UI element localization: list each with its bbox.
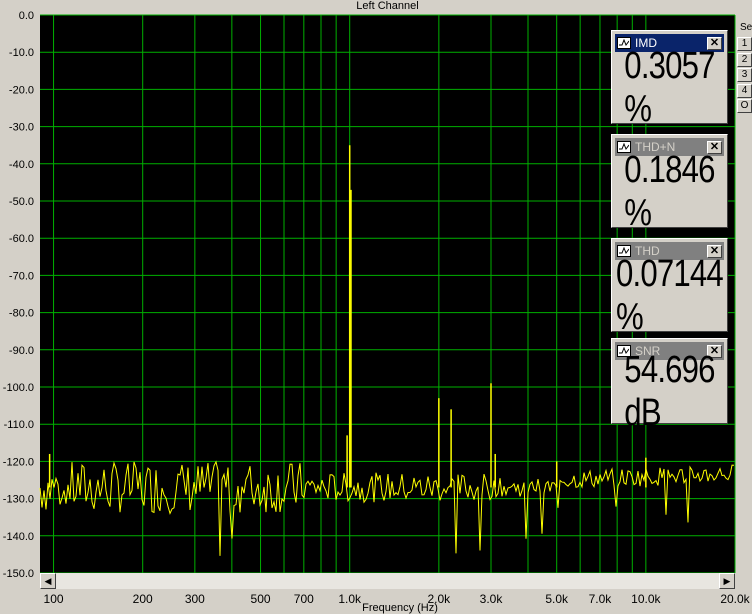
y-tick-label: -30.0	[9, 122, 34, 134]
y-tick-label: -100.0	[3, 382, 34, 394]
scroll-right-button[interactable]: ▶	[719, 573, 735, 589]
x-tick-label: 20.0k	[720, 592, 750, 606]
y-tick-label: -140.0	[3, 531, 34, 543]
side-label: Se	[740, 22, 752, 33]
x-tick-label: 5.0k	[545, 592, 569, 606]
meter-value: 0.07144 %	[616, 253, 724, 338]
y-tick-label: -130.0	[3, 494, 34, 506]
x-axis-title: Frequency (Hz)	[362, 602, 438, 614]
side-button[interactable]: 4	[737, 83, 752, 98]
y-tick-label: -80.0	[9, 308, 34, 320]
side-button[interactable]: 3	[737, 68, 752, 82]
y-tick-label: -50.0	[9, 196, 34, 208]
meter-panel-thdn[interactable]: THD+N ✕ 0.1846 %	[611, 134, 728, 234]
y-axis-ticks: 0.0 -10.0 -20.0 -30.0 -40.0 -50.0 -60.0 -70.0 -8…	[3, 10, 34, 580]
meter-value: 0.1846 %	[624, 149, 715, 234]
y-tick-label: -70.0	[9, 270, 34, 282]
horizontal-scrollbar[interactable]: ◀ ▶	[40, 573, 735, 589]
x-tick-label: 300	[185, 592, 205, 606]
meter-value: 54.696 dB	[624, 349, 715, 434]
x-tick-label: 100	[44, 592, 64, 606]
x-tick-label: 10.0k	[631, 592, 661, 606]
side-button[interactable]: O	[737, 99, 752, 113]
x-tick-label: 7.0k	[589, 592, 613, 606]
scroll-left-button[interactable]: ◀	[40, 573, 56, 589]
side-button[interactable]: 2	[737, 52, 752, 67]
side-button[interactable]: 1	[737, 37, 752, 51]
y-tick-label: -10.0	[9, 47, 34, 59]
meter-panel-imd[interactable]: IMD ✕ 0.3057 %	[611, 30, 728, 130]
x-tick-label: 200	[133, 592, 153, 606]
x-tick-label: 500	[251, 592, 271, 606]
y-tick-label: 0.0	[19, 10, 34, 22]
meter-panel-snr[interactable]: SNR ✕ 54.696 dB	[611, 338, 728, 434]
y-tick-label: -110.0	[4, 419, 34, 431]
y-tick-label: -60.0	[9, 233, 34, 245]
y-tick-label: -90.0	[9, 345, 34, 357]
meter-value: 0.3057 %	[624, 45, 715, 130]
y-tick-label: -120.0	[3, 456, 34, 468]
y-tick-label: -150.0	[3, 568, 34, 580]
y-tick-label: -40.0	[9, 159, 34, 171]
meter-panel-thd[interactable]: THD ✕ 0.07144 %	[611, 238, 728, 338]
y-tick-label: -20.0	[9, 84, 34, 96]
